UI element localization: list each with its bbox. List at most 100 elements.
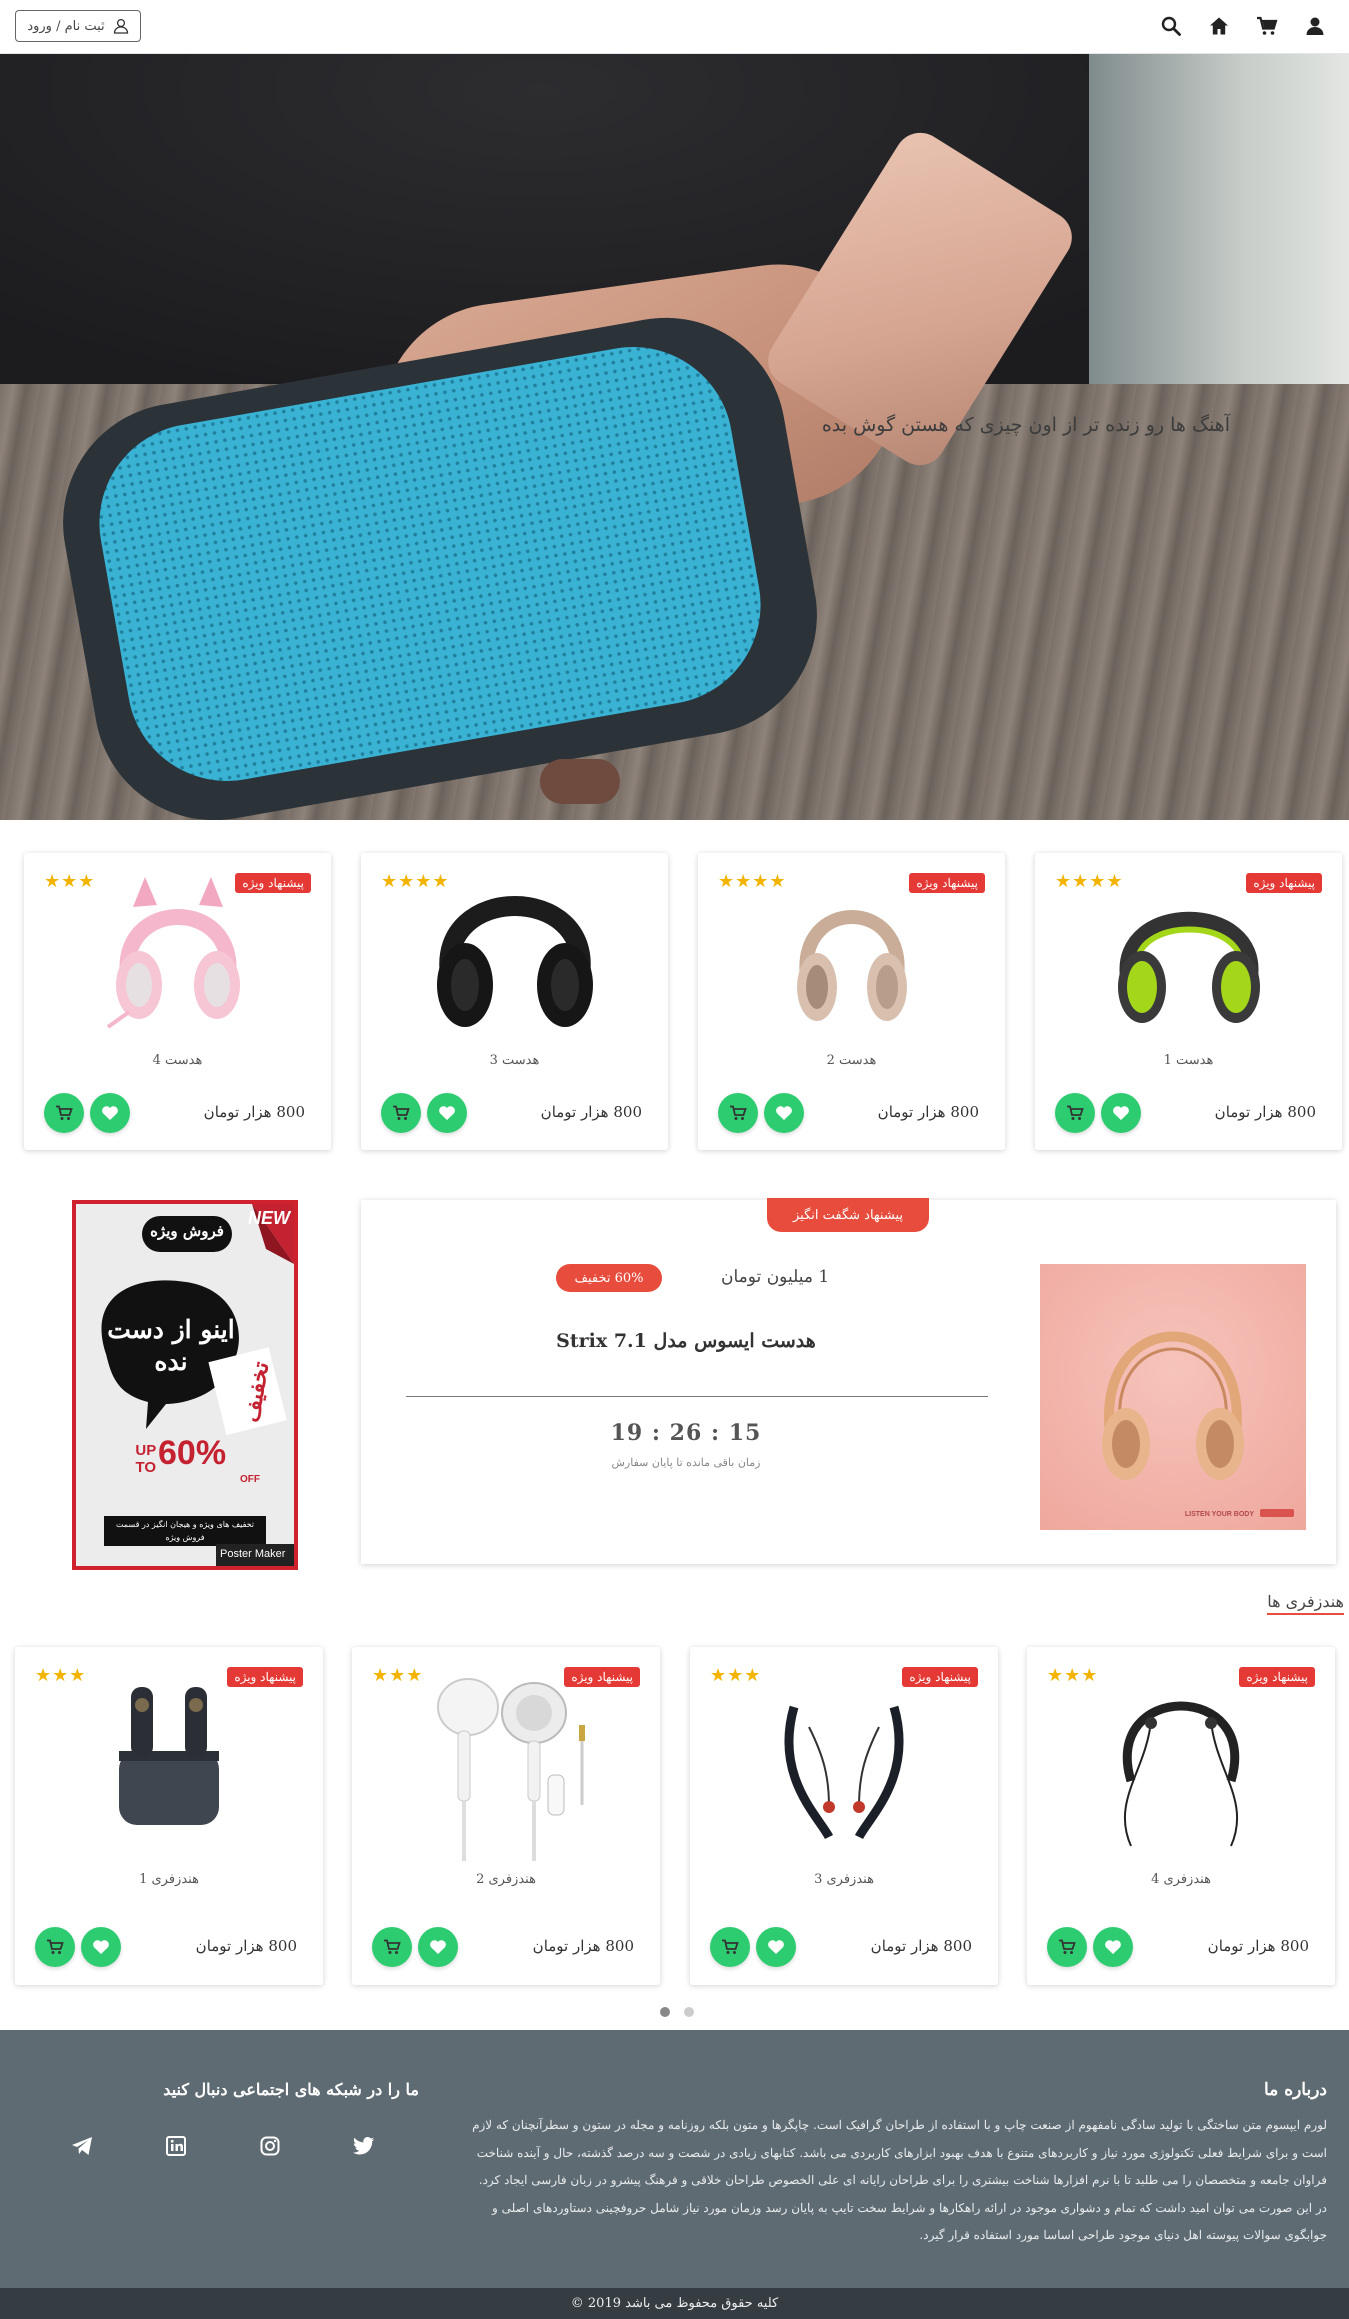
product-name: هدست 2: [826, 1053, 877, 1068]
copyright-bar: کلیه حقوق محفوظ می باشد 2019 ©: [0, 2288, 1349, 2319]
top-icons: [1147, 12, 1339, 40]
add-to-cart-button[interactable]: [710, 1927, 750, 1967]
product-price: 800 هزار تومان: [870, 1937, 972, 1955]
wishlist-button[interactable]: [1093, 1927, 1133, 1967]
cart-icon: [56, 1105, 73, 1120]
product-price: 800 هزار تومان: [532, 1937, 634, 1955]
add-to-cart-button[interactable]: [1055, 1093, 1095, 1133]
product-name: هندزفری 2: [476, 1872, 536, 1887]
offer-divider: [406, 1396, 988, 1397]
offer-image-brand-tag: [1260, 1509, 1294, 1517]
wishlist-button[interactable]: [90, 1093, 130, 1133]
hero-slider[interactable]: آهنگ ها رو زنده تر از اون چیزی که هستن گ…: [0, 54, 1349, 820]
product-card[interactable]: پیشنهاد ویژه ★★★ هدست 4 800 هزار تومان: [24, 853, 331, 1150]
heart-icon: [430, 1940, 446, 1954]
hero-caption: آهنگ ها رو زنده تر از اون چیزی که هستن گ…: [821, 414, 1230, 436]
heart-icon: [102, 1106, 118, 1120]
earphones-section-title: هندزفری ها: [1267, 1592, 1344, 1615]
hero-window: [1089, 54, 1349, 414]
headset-image[interactable]: [361, 863, 668, 1038]
heart-icon: [1113, 1106, 1129, 1120]
headset-image[interactable]: [698, 867, 1005, 1037]
heart-icon: [1105, 1940, 1121, 1954]
product-price: 800 هزار تومان: [1207, 1937, 1309, 1955]
product-name: هندزفری 1: [139, 1872, 199, 1887]
cart-icon: [730, 1105, 747, 1120]
earphone-image[interactable]: [1027, 1661, 1335, 1861]
product-name: هدست 4: [152, 1053, 203, 1068]
add-to-cart-button[interactable]: [35, 1927, 75, 1967]
add-to-cart-button[interactable]: [718, 1093, 758, 1133]
wishlist-button[interactable]: [418, 1927, 458, 1967]
top-navbar: ثبت نام / ورود: [0, 0, 1349, 54]
countdown-label: زمان باقی مانده تا پایان سفارش: [611, 1456, 761, 1469]
headset-image[interactable]: [1035, 867, 1342, 1037]
poster-headline: فروش ویژه: [150, 1222, 224, 1240]
heart-icon: [439, 1106, 455, 1120]
cart-icon: [393, 1105, 410, 1120]
wishlist-button[interactable]: [427, 1093, 467, 1133]
offer-image-caption: LISTEN YOUR BODY: [1184, 1511, 1254, 1518]
telegram-icon[interactable]: [70, 2134, 94, 2158]
home-icon[interactable]: [1195, 12, 1243, 40]
product-name: هندزفری 4: [1151, 1872, 1211, 1887]
instagram-icon[interactable]: [258, 2134, 282, 2158]
cart-icon: [1067, 1105, 1084, 1120]
product-card[interactable]: پیشنهاد ویژه ★★★ هندزفری 2 800 هزار توما…: [352, 1647, 660, 1985]
product-price: 800 هزار تومان: [195, 1937, 297, 1955]
login-register-label: ثبت نام / ورود: [27, 18, 105, 34]
twitter-icon[interactable]: [352, 2134, 376, 2158]
wishlist-button[interactable]: [81, 1927, 121, 1967]
product-price: 800 هزار تومان: [1214, 1103, 1316, 1121]
carousel-dot-1[interactable]: [684, 2007, 694, 2017]
carousel-dot-2[interactable]: [660, 2007, 670, 2017]
add-to-cart-button[interactable]: [44, 1093, 84, 1133]
offer-product-title[interactable]: هدست ایسوس مدل Strix 7.1: [361, 1330, 1011, 1352]
discount-badge: 60% تخفیف: [556, 1264, 662, 1292]
headset-image[interactable]: [24, 867, 331, 1037]
earphone-image[interactable]: [352, 1665, 660, 1865]
social-links: [70, 2134, 376, 2158]
wishlist-button[interactable]: [756, 1927, 796, 1967]
add-to-cart-button[interactable]: [381, 1093, 421, 1133]
cart-icon[interactable]: [1243, 12, 1291, 40]
add-to-cart-button[interactable]: [372, 1927, 412, 1967]
product-price: 800 هزار تومان: [540, 1103, 642, 1121]
earphone-image[interactable]: [15, 1675, 323, 1835]
footer-about-text: لورم ایپسوم متن ساختگی با تولید سادگی نا…: [472, 2118, 1327, 2242]
add-to-cart-button[interactable]: [1047, 1927, 1087, 1967]
product-name: هدست 1: [1163, 1053, 1214, 1068]
countdown-timer: 19 : 26 : 15: [610, 1420, 762, 1446]
wishlist-button[interactable]: [1101, 1093, 1141, 1133]
product-card[interactable]: پیشنهاد ویژه ★★★ هندزفری 4 800 هزار توما…: [1027, 1647, 1335, 1985]
footer: درباره ما لورم ایپسوم متن ساختگی با تولی…: [0, 2030, 1349, 2288]
user-icon: [113, 18, 128, 34]
login-register-button[interactable]: ثبت نام / ورود: [15, 10, 141, 42]
offer-product-image[interactable]: LISTEN YOUR BODY: [1040, 1264, 1306, 1530]
linkedin-icon[interactable]: [164, 2134, 188, 2158]
product-card[interactable]: پیشنهاد ویژه ★★★★ هدست 2 800 هزار تومان: [698, 853, 1005, 1150]
wishlist-button[interactable]: [764, 1093, 804, 1133]
poster-percent: 60%: [158, 1434, 227, 1472]
poster-footer-text: تخفیف های ویژه و هیجان انگیز در قسمت فرو…: [115, 1520, 255, 1542]
product-card[interactable]: پیشنهاد ویژه ★★★ هندزفری 3 800 هزار توما…: [690, 1647, 998, 1985]
heart-icon: [768, 1940, 784, 1954]
offer-price: 1 میلیون تومان: [721, 1267, 830, 1287]
poster-bubble-text: اینو از دست نده: [107, 1315, 235, 1376]
earphone-image[interactable]: [690, 1667, 998, 1847]
amazing-offer-box[interactable]: پیشنهاد شگفت انگیز 1 میلیون تومان 60% تخ…: [361, 1198, 1336, 1564]
special-sale-poster[interactable]: NEW فروش ویژه اینو از دست نده تخفیف UP T…: [72, 1200, 298, 1570]
search-icon[interactable]: [1147, 12, 1195, 40]
product-price: 800 هزار تومان: [877, 1103, 979, 1121]
product-card[interactable]: پیشنهاد ویژه ★★★★ هدست 1 800 هزار تومان: [1035, 853, 1342, 1150]
amazing-offer-ribbon: پیشنهاد شگفت انگیز: [767, 1198, 929, 1232]
cart-icon: [384, 1939, 401, 1954]
footer-about-title: درباره ما: [1263, 2080, 1327, 2100]
cart-icon: [47, 1939, 64, 1954]
poster-watermark: Poster Maker: [220, 1548, 286, 1560]
product-card[interactable]: ★★★★ هدست 3 800 هزار تومان: [361, 853, 668, 1150]
poster-up-to: UP TO: [135, 1442, 156, 1476]
user-icon[interactable]: [1291, 12, 1339, 40]
product-name: هندزفری 3: [814, 1872, 874, 1887]
product-card[interactable]: پیشنهاد ویژه ★★★ هندزفری 1 800 هزار توما…: [15, 1647, 323, 1985]
